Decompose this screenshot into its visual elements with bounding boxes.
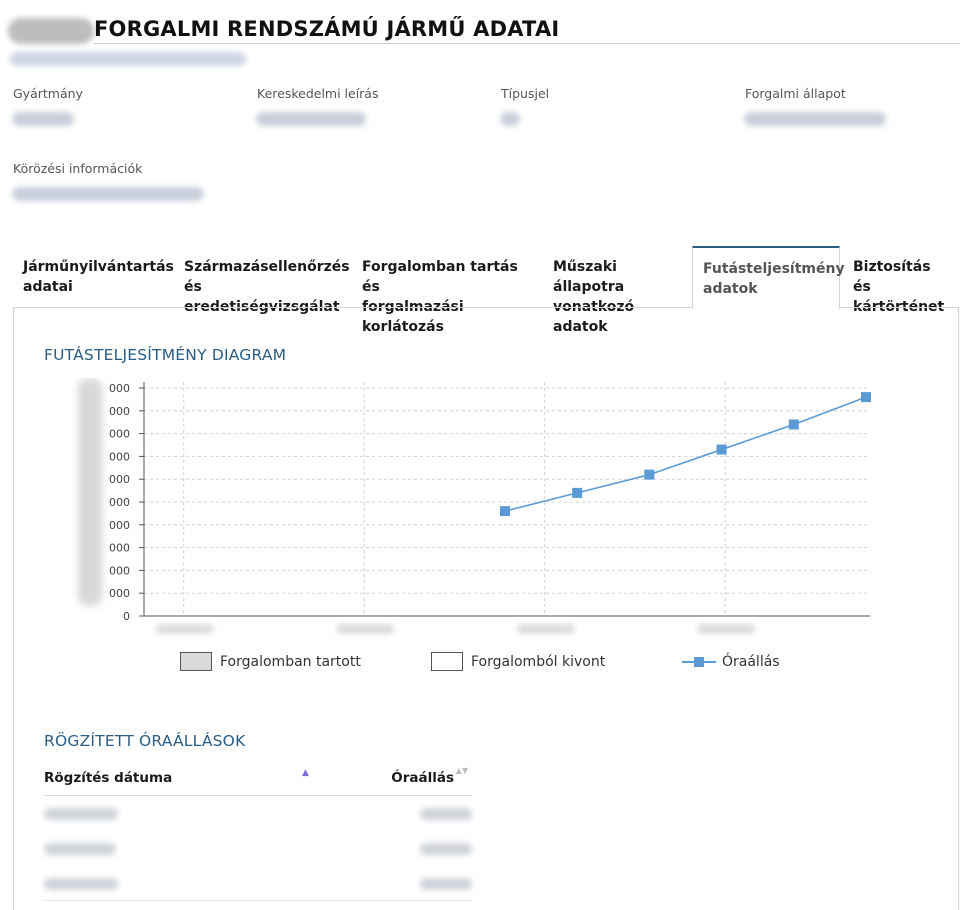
- legend-swatch-withdrawn: [431, 652, 463, 671]
- y-tick-label: 000: [109, 382, 130, 395]
- tab-mileage[interactable]: Futásteljesítmény adatok: [692, 246, 845, 309]
- tab-registry[interactable]: Járműnyilvántartás adatai: [13, 246, 174, 308]
- tab-insurance[interactable]: Biztosítás és kártörténet: [843, 246, 959, 315]
- column-header-mileage[interactable]: Óraállás: [391, 770, 454, 786]
- info-value-wanted-redacted: [12, 187, 204, 201]
- table-header: Rögzítés dátuma ▲ Óraállás ▲▼: [44, 762, 472, 796]
- data-point-2[interactable]: [572, 487, 583, 498]
- legend-swatch-oraallas: [682, 657, 716, 667]
- tab-registry-line2: adatai: [23, 279, 73, 295]
- table-row-3-date-redacted: [44, 878, 118, 890]
- data-point-6[interactable]: [861, 392, 871, 403]
- tab-registry-line1: Járműnyilvántartás: [23, 259, 174, 275]
- info-label-commercial-desc: Kereskedelmi leírás: [257, 86, 379, 101]
- sort-both-icon[interactable]: ▲▼: [456, 767, 468, 775]
- license-plate-redacted: [8, 18, 94, 44]
- tab-mileage-line1: Futásteljesítmény: [703, 261, 845, 277]
- sort-asc-icon[interactable]: ▲: [302, 768, 309, 778]
- tab-origin-check-line1: Származásellenőrzés: [184, 259, 350, 275]
- tab-restrictions-line1: Forgalomban tartás és: [362, 259, 518, 295]
- y-tick-label: 000: [109, 564, 130, 577]
- info-value-type-redacted: [500, 112, 520, 126]
- legend-label-withdrawn: Forgalomból kivont: [471, 654, 606, 670]
- data-point-1[interactable]: [500, 506, 510, 517]
- mileage-chart: 0000000000000000000000000000000: [78, 378, 871, 634]
- tab-mileage-line2: adatok: [703, 281, 758, 297]
- info-value-traffic-status-redacted: [744, 112, 886, 126]
- info-label-wanted: Körözési információk: [13, 161, 143, 176]
- x-tick-label-redacted: [516, 624, 575, 634]
- chart-section-title: FUTÁSTELJESÍTMÉNY DIAGRAM: [44, 346, 287, 364]
- y-tick-label: 000: [109, 496, 130, 509]
- tab-insurance-line1: Biztosítás és: [853, 259, 931, 295]
- table-row-1-value-redacted: [420, 808, 472, 820]
- x-tick-label-redacted: [697, 624, 756, 634]
- page-title: FORGALMI RENDSZÁMÚ JÁRMŰ ADATAI: [94, 17, 560, 41]
- y-tick-labels: 0000000000000000000000000000000: [109, 382, 144, 623]
- info-label-traffic-status: Forgalmi állapot: [745, 86, 846, 101]
- legend-label-in-traffic: Forgalomban tartott: [220, 654, 361, 670]
- tab-technical-line1: Műszaki állapotra: [553, 259, 625, 295]
- info-label-make: Gyártmány: [13, 86, 83, 101]
- table-row-divider: [44, 900, 472, 901]
- table-row-1-date-redacted: [44, 808, 118, 820]
- y-tick-label: 000: [109, 542, 130, 555]
- y-tick-label: 0: [123, 610, 130, 623]
- y-tick-label: 000: [109, 428, 130, 441]
- tab-restrictions[interactable]: Forgalomban tartás és forgalmazási korlá…: [352, 246, 542, 335]
- table-row-2-value-redacted: [420, 843, 472, 855]
- subtitle-redacted: [10, 52, 246, 66]
- chart-grid: [144, 382, 870, 616]
- y-tick-label: 000: [109, 450, 130, 463]
- tab-bar: Járműnyilvántartás adatai Származásellen…: [13, 246, 959, 335]
- info-value-commercial-desc-redacted: [256, 112, 366, 126]
- table-section-title: RÖGZÍTETT ÓRAÁLLÁSOK: [44, 732, 246, 750]
- legend-swatch-in-traffic: [180, 652, 212, 671]
- data-point-3[interactable]: [644, 469, 655, 480]
- y-tick-label: 000: [109, 473, 130, 486]
- column-header-date[interactable]: Rögzítés dátuma: [44, 770, 172, 786]
- table-row-2-date-redacted: [44, 843, 116, 855]
- title-divider: [94, 43, 960, 44]
- tab-origin-check[interactable]: Származásellenőrzés és eredetiségvizsgál…: [174, 246, 352, 315]
- info-label-type: Típusjel: [501, 86, 550, 101]
- y-tick-label: 000: [109, 405, 130, 418]
- info-value-make-redacted: [12, 112, 74, 126]
- y-tick-label: 000: [109, 587, 130, 600]
- x-tick-label-redacted: [336, 624, 395, 634]
- page-header: FORGALMI RENDSZÁMÚ JÁRMŰ ADATAI: [0, 0, 960, 72]
- data-point-4[interactable]: [716, 444, 727, 455]
- x-tick-label-redacted: [155, 624, 214, 634]
- y-tick-label: 000: [109, 519, 130, 532]
- tab-technical[interactable]: Műszaki állapotra vonatkozó adatok: [543, 246, 693, 335]
- data-point-5[interactable]: [788, 419, 799, 430]
- x-tick-labels-redacted: [155, 624, 756, 634]
- table-row-3-value-redacted: [420, 878, 472, 890]
- series-line-oraallas: [504, 396, 867, 512]
- legend-label-oraallas: Óraállás: [722, 654, 780, 670]
- y-axis-redacted-prefix: [78, 378, 102, 606]
